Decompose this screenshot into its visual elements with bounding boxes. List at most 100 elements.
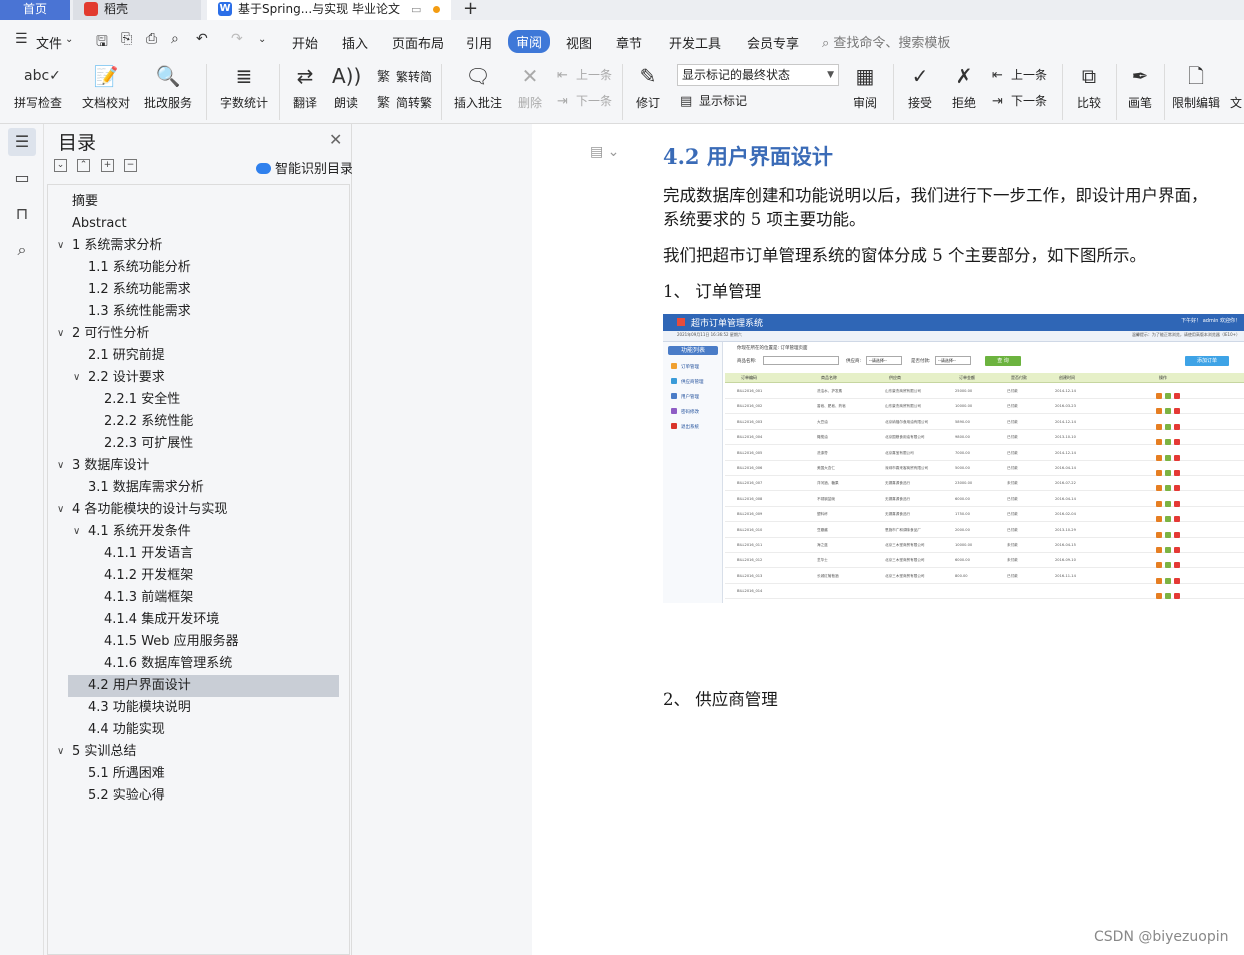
- ink-button[interactable]: ✒ 画笔: [1124, 62, 1156, 111]
- toc-item[interactable]: 4.1.2 开发框架: [48, 565, 348, 587]
- toc-item[interactable]: 1.3 系统性能需求: [48, 301, 348, 323]
- tab-home[interactable]: 首页: [0, 0, 70, 20]
- add-heading-icon[interactable]: +: [101, 159, 114, 172]
- toc-item[interactable]: ∨ 4 各功能模块的设计与实现: [48, 499, 348, 521]
- tab-document[interactable]: W 基于Spring...与实现 毕业论文 ▭: [207, 0, 451, 20]
- paragraph-menu-icon[interactable]: ▤ ⌄: [590, 144, 619, 160]
- view-icon: [1156, 408, 1162, 415]
- menu-tab-references[interactable]: 引用: [466, 33, 492, 52]
- tab-docer[interactable]: 稻壳: [73, 0, 201, 20]
- prev-comment-button[interactable]: ⇤ 上一条: [557, 66, 612, 83]
- monitor-icon[interactable]: ▭: [411, 1, 421, 19]
- embedded-screenshot[interactable]: 超市订单管理系统 下午好！ admin 欢迎你！ 2021年09月11日 16:…: [663, 314, 1244, 603]
- more-ribbon-button[interactable]: 文: [1228, 62, 1244, 111]
- new-tab-plus-icon[interactable]: +: [463, 0, 478, 19]
- toc-pane-icon[interactable]: ☰: [8, 128, 36, 156]
- toc-item[interactable]: 2.2.2 系统性能: [48, 411, 348, 433]
- toc-item[interactable]: 3.1 数据库需求分析: [48, 477, 348, 499]
- remove-heading-icon[interactable]: −: [124, 159, 137, 172]
- menu-tab-member[interactable]: 会员专享: [747, 33, 799, 52]
- trad-to-simp-button[interactable]: 繁繁转简: [377, 66, 432, 85]
- chevron-down-icon[interactable]: ∨: [57, 323, 64, 345]
- bookmark-icon[interactable]: ⊓: [8, 200, 36, 228]
- chapter-nav-icon[interactable]: ▭: [8, 164, 36, 192]
- hamburger-icon[interactable]: ☰: [15, 31, 28, 47]
- toc-item[interactable]: ∨ 2 可行性分析: [48, 323, 348, 345]
- print-preview-icon[interactable]: ⌕: [171, 31, 179, 47]
- toc-item[interactable]: 4.2 用户界面设计: [68, 675, 339, 697]
- toc-item[interactable]: ∨ 3 数据库设计: [48, 455, 348, 477]
- show-markup-button[interactable]: ▤ 显示标记: [680, 92, 747, 109]
- accept-button[interactable]: ✓ 接受: [902, 62, 938, 111]
- toc-item[interactable]: 4.1.1 开发语言: [48, 543, 348, 565]
- menu-tab-insert[interactable]: 插入: [342, 33, 368, 52]
- close-icon[interactable]: ✕: [329, 130, 342, 149]
- delete-comment-button[interactable]: ✕ 删除: [512, 62, 548, 111]
- review-pane-button[interactable]: ▦ 审阅: [847, 62, 883, 111]
- restrict-edit-button[interactable]: 🗋 限制编辑: [1170, 62, 1222, 111]
- chevron-down-icon[interactable]: ∨: [73, 521, 80, 543]
- menu-tab-developer[interactable]: 开发工具: [669, 33, 721, 52]
- search-icon[interactable]: ⌕: [8, 236, 36, 264]
- smart-toc-button[interactable]: 智能识别目录: [256, 158, 353, 177]
- toc-item[interactable]: 5.2 实验心得: [48, 785, 348, 807]
- toc-item[interactable]: 4.1.4 集成开发环境: [48, 609, 348, 631]
- quick-access-more-icon[interactable]: ⌄: [258, 34, 266, 45]
- expand-all-icon[interactable]: ⌄: [54, 159, 67, 172]
- toc-item[interactable]: 1.2 系统功能需求: [48, 279, 348, 301]
- document-proof-button[interactable]: 📝 文档校对: [80, 62, 132, 111]
- simp-to-trad-button[interactable]: 繁简转繁: [377, 92, 432, 111]
- chevron-down-icon[interactable]: ∨: [57, 235, 64, 257]
- prev-change-button[interactable]: ⇤ 上一条: [992, 66, 1047, 83]
- toc-item[interactable]: 4.1.3 前端框架: [48, 587, 348, 609]
- word-count-button[interactable]: ≣ 字数统计: [218, 62, 270, 111]
- menu-tab-layout[interactable]: 页面布局: [392, 33, 444, 52]
- toc-item[interactable]: ∨ 5 实训总结: [48, 741, 348, 763]
- toc-item[interactable]: ∨ 4.1 系统开发条件: [48, 521, 348, 543]
- chevron-down-icon[interactable]: ∨: [57, 499, 64, 521]
- chevron-down-icon[interactable]: ∨: [57, 455, 64, 477]
- next-change-button[interactable]: ⇥ 下一条: [992, 92, 1047, 109]
- toc-item[interactable]: 2.2.3 可扩展性: [48, 433, 348, 455]
- markup-mode-select[interactable]: 显示标记的最终状态 ▼: [677, 64, 839, 86]
- translate-button[interactable]: ⇄ 翻译: [287, 62, 323, 111]
- command-search[interactable]: ⌕ 查找命令、搜索模板: [822, 32, 950, 51]
- export-pdf-icon[interactable]: ⎘: [121, 31, 132, 47]
- toc-item[interactable]: 4.1.6 数据库管理系统: [48, 653, 348, 675]
- toc-item[interactable]: ∨ 1 系统需求分析: [48, 235, 348, 257]
- toc-item[interactable]: 5.1 所遇困难: [48, 763, 348, 785]
- toc-item[interactable]: ∨ 2.2 设计要求: [48, 367, 348, 389]
- chevron-down-icon[interactable]: ⌄: [65, 34, 73, 45]
- print-icon[interactable]: ⎙: [146, 31, 157, 47]
- toc-item[interactable]: 摘要: [48, 191, 348, 213]
- file-menu[interactable]: 文件: [36, 33, 62, 52]
- toc-item[interactable]: 2.2.1 安全性: [48, 389, 348, 411]
- read-aloud-button[interactable]: A)) 朗读: [331, 62, 361, 111]
- redo-icon[interactable]: ↷: [231, 31, 243, 47]
- track-changes-button[interactable]: ✎ 修订: [630, 62, 666, 111]
- shot-name-input: [763, 356, 839, 365]
- toc-item[interactable]: 4.1.5 Web 应用服务器: [48, 631, 348, 653]
- save-icon[interactable]: 🖫: [96, 31, 108, 55]
- collapse-all-icon[interactable]: ⌃: [77, 159, 90, 172]
- undo-icon[interactable]: ↶: [196, 31, 208, 47]
- menu-tab-start[interactable]: 开始: [292, 33, 318, 52]
- toc-item[interactable]: 4.3 功能模块说明: [48, 697, 348, 719]
- spell-check-button[interactable]: abc✓ 拼写检查: [12, 62, 64, 111]
- toc-item[interactable]: 4.4 功能实现: [48, 719, 348, 741]
- compare-button[interactable]: ⧉ 比较: [1070, 62, 1108, 111]
- insert-comment-icon: 🗨: [465, 64, 491, 88]
- menu-tab-view[interactable]: 视图: [566, 33, 592, 52]
- document-page[interactable]: ▤ ⌄ 4.2 用户界面设计 完成数据库创建和功能说明以后，我们进行下一步工作，…: [532, 124, 1244, 955]
- chevron-down-icon[interactable]: ∨: [57, 741, 64, 763]
- toc-item[interactable]: 1.1 系统功能分析: [48, 257, 348, 279]
- insert-comment-button[interactable]: 🗨 插入批注: [452, 62, 504, 111]
- menu-tab-review[interactable]: 审阅: [508, 30, 551, 53]
- menu-tab-chapter[interactable]: 章节: [616, 33, 642, 52]
- review-service-button[interactable]: 🔍 批改服务: [139, 62, 197, 111]
- chevron-down-icon[interactable]: ∨: [73, 367, 80, 389]
- toc-item[interactable]: 2.1 研究前提: [48, 345, 348, 367]
- reject-button[interactable]: ✗ 拒绝: [946, 62, 982, 111]
- next-comment-button[interactable]: ⇥ 下一条: [557, 92, 612, 109]
- toc-item[interactable]: Abstract: [48, 213, 348, 235]
